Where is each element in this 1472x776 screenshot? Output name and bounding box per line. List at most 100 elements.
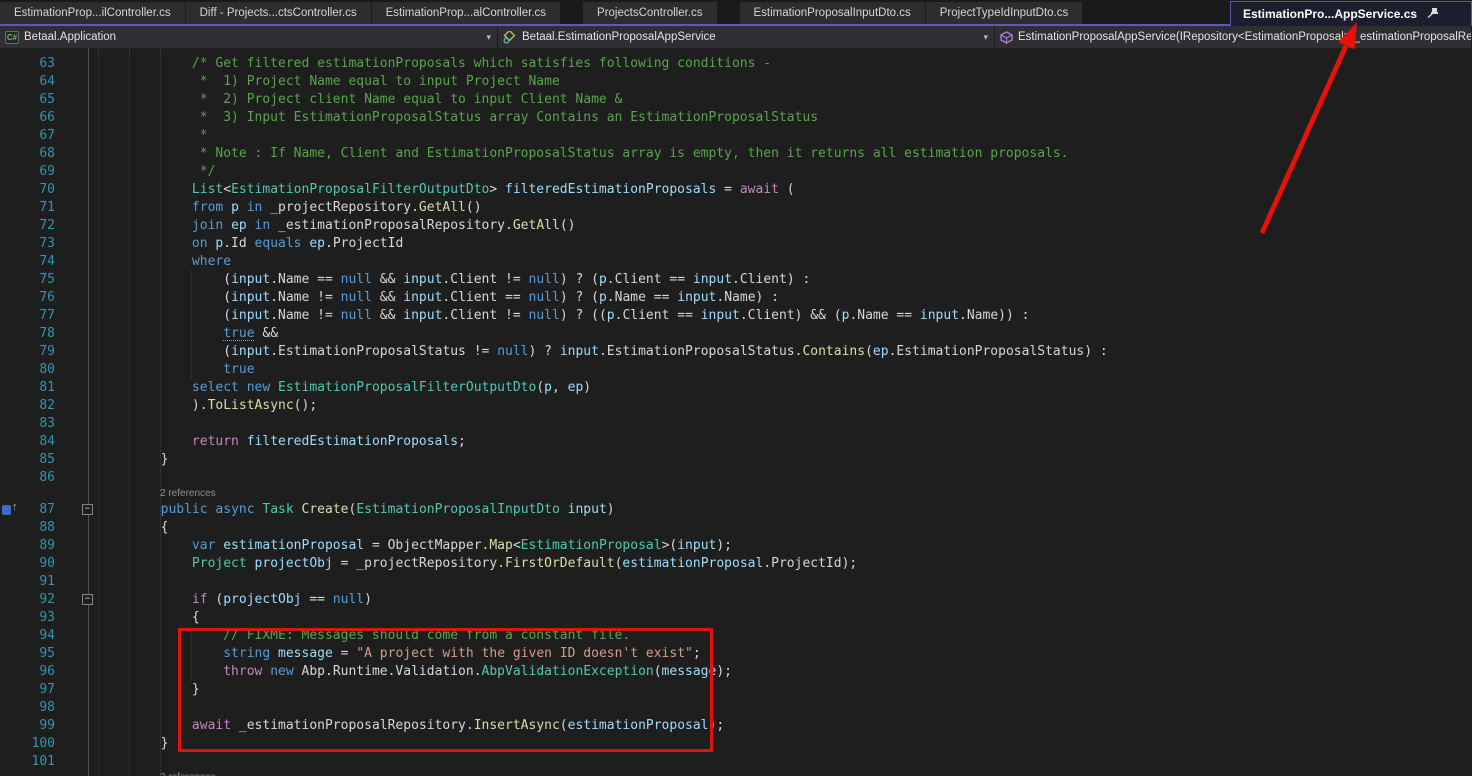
type-dropdown-label: Betaal.EstimationProposalAppService: [522, 31, 716, 43]
editor-tab[interactable]: EstimationProp...alController.cs: [372, 2, 560, 24]
pin-icon[interactable]: [1427, 7, 1439, 22]
code-line[interactable]: 101: [0, 753, 1472, 771]
code-line[interactable]: 83: [0, 415, 1472, 433]
code-line[interactable]: 95 string message = "A project with the …: [0, 645, 1472, 663]
code-line[interactable]: 98: [0, 699, 1472, 717]
line-number: 98: [0, 699, 55, 717]
code-line[interactable]: 70 List<EstimationProposalFilterOutputDt…: [0, 181, 1472, 199]
code-line[interactable]: 80 true: [0, 361, 1472, 379]
line-number: 94: [0, 627, 55, 645]
code-line[interactable]: 81 select new EstimationProposalFilterOu…: [0, 379, 1472, 397]
code-line[interactable]: 65 * 2) Project client Name equal to inp…: [0, 91, 1472, 109]
type-dropdown[interactable]: Betaal.EstimationProposalAppService ▾: [498, 26, 995, 48]
line-number: 88: [0, 519, 55, 537]
chevron-down-icon[interactable]: ▾: [478, 32, 491, 43]
code-line[interactable]: 89 var estimationProposal = ObjectMapper…: [0, 537, 1472, 555]
codelens-references[interactable]: 2 references: [160, 488, 216, 499]
line-number: 78: [0, 325, 55, 343]
code-text: }: [98, 451, 168, 469]
code-line[interactable]: 91: [0, 573, 1472, 591]
code-line[interactable]: 92− if (projectObj == null): [0, 591, 1472, 609]
line-number: 70: [0, 181, 55, 199]
code-line[interactable]: 76 (input.Name != null && input.Client =…: [0, 289, 1472, 307]
line-number: 75: [0, 271, 55, 289]
member-dropdown-label: EstimationProposalAppService(IRepository…: [1018, 31, 1472, 43]
margin-bookmark-icon: ↑: [2, 504, 22, 516]
editor-tab[interactable]: EstimationProposalInputDto.cs: [740, 2, 925, 24]
code-line[interactable]: 68 * Note : If Name, Client and Estimati…: [0, 145, 1472, 163]
fold-collapse-button[interactable]: −: [82, 504, 93, 515]
editor-tab[interactable]: Diff - Projects...ctsController.cs: [186, 2, 371, 24]
line-number: 101: [0, 753, 55, 771]
line-number: 81: [0, 379, 55, 397]
code-text: *: [98, 127, 208, 145]
code-line[interactable]: 69 */: [0, 163, 1472, 181]
code-text: }: [98, 735, 168, 753]
breadcrumb-bar: C# Betaal.Application ▾ Betaal.Estimatio…: [0, 26, 1472, 48]
code-line[interactable]: 90 Project projectObj = _projectReposito…: [0, 555, 1472, 573]
code-line[interactable]: 94 // FIXME: Messages should come from a…: [0, 627, 1472, 645]
code-line[interactable]: 64 * 1) Project Name equal to input Proj…: [0, 73, 1472, 91]
line-number: 90: [0, 555, 55, 573]
editor-tab[interactable]: EstimationProp...ilController.cs: [0, 2, 185, 24]
code-line[interactable]: 73 on p.Id equals ep.ProjectId: [0, 235, 1472, 253]
line-number: 69: [0, 163, 55, 181]
member-dropdown[interactable]: EstimationProposalAppService(IRepository…: [995, 26, 1472, 48]
code-line[interactable]: 84 return filteredEstimationProposals;: [0, 433, 1472, 451]
code-line[interactable]: 67 *: [0, 127, 1472, 145]
code-text: /* Get filtered estimationProposals whic…: [98, 55, 771, 73]
code-editor[interactable]: 63 /* Get filtered estimationProposals w…: [0, 48, 1472, 776]
line-number: 93: [0, 609, 55, 627]
editor-tab-active[interactable]: EstimationPro...AppService.cs: [1230, 1, 1472, 26]
code-line[interactable]: 63 /* Get filtered estimationProposals w…: [0, 55, 1472, 73]
editor-tab[interactable]: ProjectTypeIdInputDto.cs: [926, 2, 1082, 24]
code-text: true &&: [98, 325, 278, 343]
tab-label: EstimationProposalInputDto.cs: [754, 7, 911, 19]
code-line[interactable]: 88 {: [0, 519, 1472, 537]
codelens-references[interactable]: 2 references: [160, 772, 216, 776]
code-line[interactable]: 75 (input.Name == null && input.Client !…: [0, 271, 1472, 289]
project-dropdown[interactable]: C# Betaal.Application ▾: [0, 26, 498, 48]
code-line[interactable]: 79 (input.EstimationProposalStatus != nu…: [0, 343, 1472, 361]
code-line[interactable]: 82 ).ToListAsync();: [0, 397, 1472, 415]
method-icon: [1000, 31, 1013, 44]
line-number: 99: [0, 717, 55, 735]
code-line[interactable]: 78 true &&: [0, 325, 1472, 343]
editor-tab[interactable]: ProjectsController.cs: [583, 2, 716, 24]
csharp-project-icon: C#: [5, 31, 19, 44]
line-number: 76: [0, 289, 55, 307]
code-text: on p.Id equals ep.ProjectId: [98, 235, 403, 253]
code-line[interactable]: 77 (input.Name != null && input.Client !…: [0, 307, 1472, 325]
line-number: 67: [0, 127, 55, 145]
codelens-row: 2 references: [0, 487, 1472, 501]
code-text: ).ToListAsync();: [98, 397, 317, 415]
code-line[interactable]: 93 {: [0, 609, 1472, 627]
code-text: * 3) Input EstimationProposalStatus arra…: [98, 109, 818, 127]
code-line[interactable]: 97 }: [0, 681, 1472, 699]
code-text: return filteredEstimationProposals;: [98, 433, 466, 451]
tab-label: Diff - Projects...ctsController.cs: [200, 7, 357, 19]
code-line[interactable]: 99 await _estimationProposalRepository.I…: [0, 717, 1472, 735]
code-line[interactable]: 71 from p in _projectRepository.GetAll(): [0, 199, 1472, 217]
code-line[interactable]: 87↑− public async Task Create(Estimation…: [0, 501, 1472, 519]
code-line[interactable]: 72 join ep in _estimationProposalReposit…: [0, 217, 1472, 235]
code-text: select new EstimationProposalFilterOutpu…: [98, 379, 591, 397]
code-text: public async Task Create(EstimationPropo…: [98, 501, 615, 519]
chevron-down-icon[interactable]: ▾: [975, 32, 988, 43]
code-text: (input.Name != null && input.Client == n…: [98, 289, 779, 307]
code-line[interactable]: 86: [0, 469, 1472, 487]
line-number: 91: [0, 573, 55, 591]
code-line[interactable]: 85 }: [0, 451, 1472, 469]
code-line[interactable]: 74 where: [0, 253, 1472, 271]
line-number: 95: [0, 645, 55, 663]
fold-collapse-button[interactable]: −: [82, 594, 93, 605]
line-number: 64: [0, 73, 55, 91]
code-line[interactable]: 96 throw new Abp.Runtime.Validation.AbpV…: [0, 663, 1472, 681]
code-line[interactable]: 100 }: [0, 735, 1472, 753]
line-number: 83: [0, 415, 55, 433]
tab-bar: EstimationProp...ilController.cs Diff - P…: [0, 0, 1472, 26]
code-text: */: [98, 163, 215, 181]
code-line[interactable]: 66 * 3) Input EstimationProposalStatus a…: [0, 109, 1472, 127]
line-number: 72: [0, 217, 55, 235]
line-number: 68: [0, 145, 55, 163]
